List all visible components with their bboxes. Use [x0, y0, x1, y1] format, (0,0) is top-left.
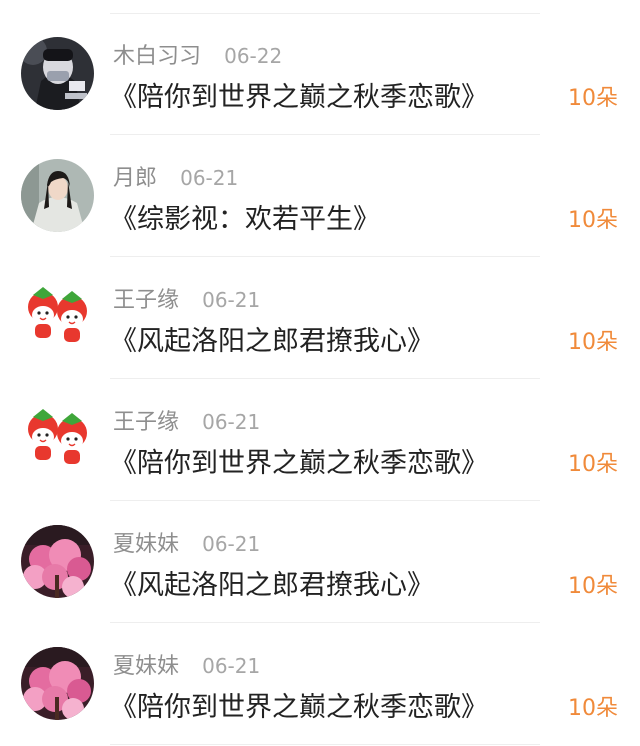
avatar[interactable]: [21, 647, 94, 720]
username[interactable]: 王子缘: [113, 288, 179, 313]
book-title[interactable]: 《风起洛阳之郎君撩我心》: [110, 563, 434, 602]
list-item[interactable]: 夏妹妹 06-21 《陪你到世界之巅之秋季恋歌》 10朵: [0, 623, 640, 745]
pink-blossom-tree-avatar-image: [21, 525, 94, 598]
username[interactable]: 王子缘: [113, 410, 179, 435]
pink-blossom-tree-avatar-image: [21, 647, 94, 720]
username[interactable]: 夏妹妹: [113, 532, 179, 557]
date: 06-21: [180, 166, 239, 190]
flower-count: 10朵: [568, 330, 618, 355]
avatar[interactable]: [21, 159, 94, 232]
gift-record-list: 木白习习 06-22 《陪你到世界之巅之秋季恋歌》 10朵 月郎 06-21 《…: [0, 0, 640, 746]
book-title[interactable]: 《综影视：欢若平生》: [110, 197, 380, 236]
book-title[interactable]: 《陪你到世界之巅之秋季恋歌》: [110, 685, 488, 724]
dark-masked-figure-avatar-image: [21, 37, 94, 110]
date: 06-21: [202, 654, 261, 678]
username[interactable]: 夏妹妹: [113, 654, 179, 679]
flower-count: 10朵: [568, 574, 618, 599]
username[interactable]: 木白习习: [113, 44, 201, 69]
list-item[interactable]: 月郎 06-21 《综影视：欢若平生》 10朵: [0, 135, 640, 257]
username[interactable]: 月郎: [113, 166, 157, 191]
date: 06-21: [202, 288, 261, 312]
divider: [110, 744, 540, 745]
strawberry-cartoon-avatar-image: [21, 403, 94, 476]
avatar[interactable]: [21, 281, 94, 354]
avatar[interactable]: [21, 525, 94, 598]
strawberry-cartoon-avatar-image: [21, 281, 94, 354]
avatar[interactable]: [21, 37, 94, 110]
list-item[interactable]: 木白习习 06-22 《陪你到世界之巅之秋季恋歌》 10朵: [0, 13, 640, 135]
list-item[interactable]: 夏妹妹 06-21 《风起洛阳之郎君撩我心》 10朵: [0, 501, 640, 623]
date: 06-21: [202, 532, 261, 556]
man-in-white-robes-avatar-image: [21, 159, 94, 232]
book-title[interactable]: 《陪你到世界之巅之秋季恋歌》: [110, 441, 488, 480]
flower-count: 10朵: [568, 208, 618, 233]
book-title[interactable]: 《陪你到世界之巅之秋季恋歌》: [110, 75, 488, 114]
book-title[interactable]: 《风起洛阳之郎君撩我心》: [110, 319, 434, 358]
date: 06-22: [224, 44, 283, 68]
list-item[interactable]: 王子缘 06-21 《风起洛阳之郎君撩我心》 10朵: [0, 257, 640, 379]
flower-count: 10朵: [568, 452, 618, 477]
list-item[interactable]: 王子缘 06-21 《陪你到世界之巅之秋季恋歌》 10朵: [0, 379, 640, 501]
flower-count: 10朵: [568, 86, 618, 111]
avatar[interactable]: [21, 403, 94, 476]
date: 06-21: [202, 410, 261, 434]
flower-count: 10朵: [568, 696, 618, 721]
